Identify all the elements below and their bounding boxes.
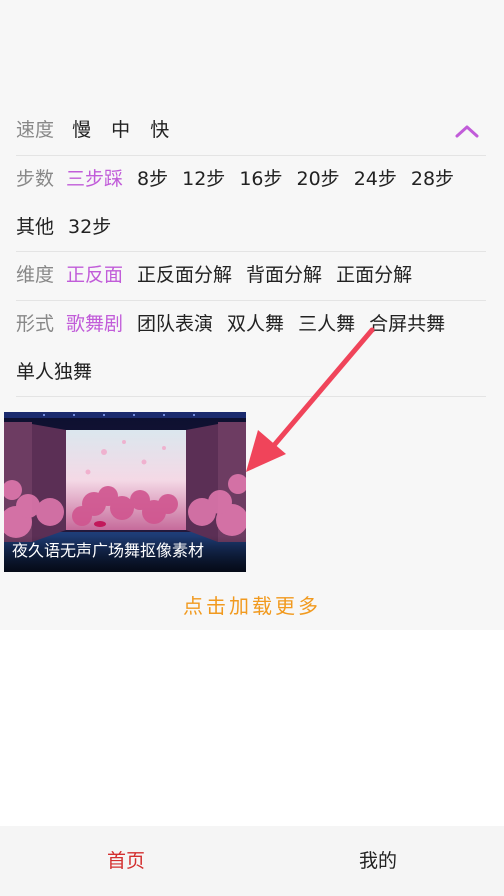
video-card[interactable]: 夜久语无声广场舞抠像素材	[4, 412, 246, 572]
speed-option-slow[interactable]: 慢	[72, 119, 91, 141]
speed-option-medium[interactable]: 中	[111, 119, 130, 141]
steps-option-28[interactable]: 28步	[411, 168, 454, 190]
dimension-option-front-breakdown[interactable]: 正面分解	[336, 264, 412, 286]
filter-label-speed: 速度	[16, 119, 55, 141]
filter-label-dimension: 维度	[16, 264, 55, 286]
filter-row-dimension: 维度 正反面 正反面分解 背面分解 正面分解	[16, 251, 486, 299]
filter-label-form: 形式	[16, 313, 55, 335]
nav-tab-home[interactable]: 首页	[0, 826, 252, 896]
chevron-up-icon	[455, 125, 479, 138]
bottom-nav: 首页 我的	[0, 826, 504, 896]
nav-tab-mine[interactable]: 我的	[252, 826, 504, 896]
steps-option-32[interactable]: 32步	[68, 216, 111, 238]
filter-label-steps: 步数	[16, 168, 55, 190]
form-option-musical[interactable]: 歌舞剧	[66, 313, 123, 335]
filter-row-steps: 步数 三步踩 8步 12步 16步 20步 24步 28步其他 32步	[16, 155, 486, 251]
collapse-filters-button[interactable]	[452, 118, 482, 144]
video-title: 夜久语无声广场舞抠像素材	[4, 536, 246, 572]
steps-option-12[interactable]: 12步	[182, 168, 225, 190]
filter-row-form: 形式 歌舞剧 团队表演 双人舞 三人舞 合屏共舞单人独舞	[16, 300, 486, 396]
form-option-team[interactable]: 团队表演	[137, 313, 213, 335]
steps-option-other[interactable]: 其他	[16, 216, 54, 238]
dimension-option-back-breakdown[interactable]: 背面分解	[246, 264, 322, 286]
form-option-trio[interactable]: 三人舞	[298, 313, 355, 335]
filter-row-speed: 速度 慢 中 快	[16, 106, 486, 154]
speed-option-fast[interactable]: 快	[150, 119, 169, 141]
form-option-group-screen[interactable]: 合屏共舞	[369, 313, 445, 335]
steps-option-三步踩[interactable]: 三步踩	[66, 168, 123, 190]
form-option-solo[interactable]: 单人独舞	[16, 361, 92, 383]
load-more-button[interactable]: 点击加载更多	[0, 586, 504, 626]
steps-option-24[interactable]: 24步	[354, 168, 397, 190]
steps-option-16[interactable]: 16步	[239, 168, 282, 190]
steps-option-8[interactable]: 8步	[137, 168, 168, 190]
divider	[16, 396, 486, 397]
steps-option-20[interactable]: 20步	[297, 168, 340, 190]
dimension-option-front-back-breakdown[interactable]: 正反面分解	[137, 264, 232, 286]
dimension-option-front-back[interactable]: 正反面	[66, 264, 123, 286]
form-option-duo[interactable]: 双人舞	[227, 313, 284, 335]
